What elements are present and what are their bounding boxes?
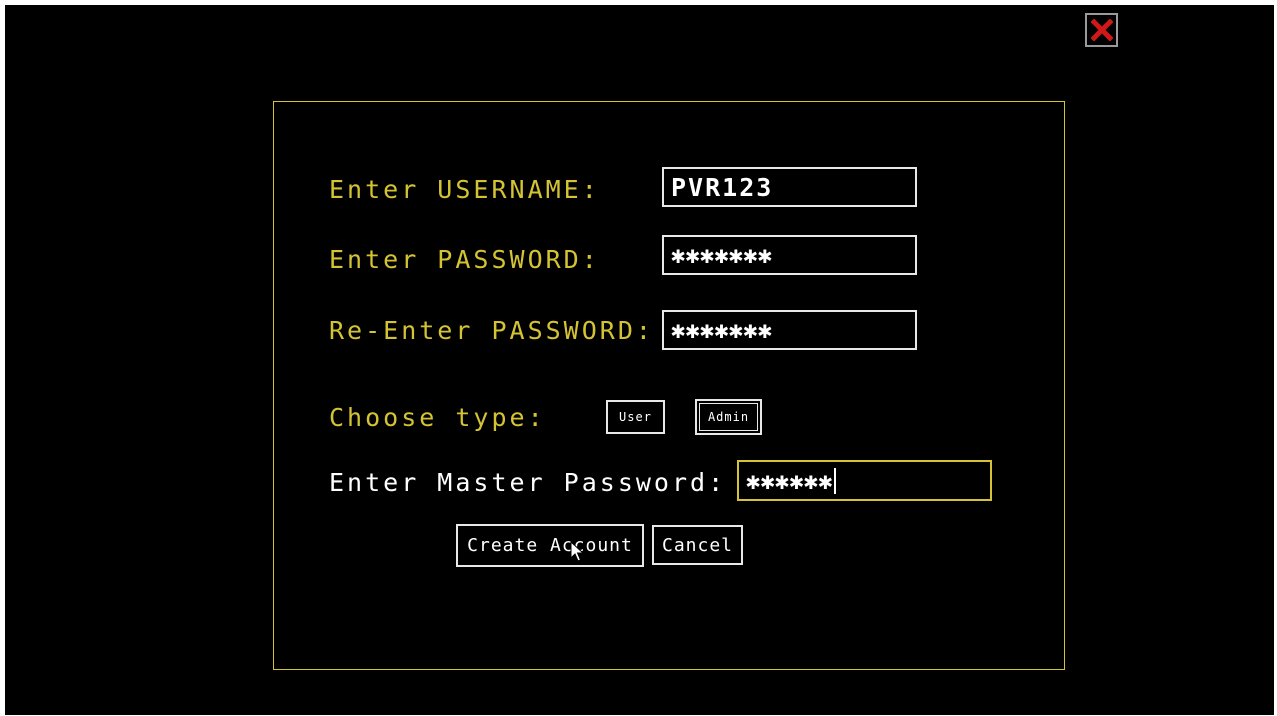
password-label: Enter PASSWORD: (329, 245, 600, 274)
create-account-button[interactable]: Create Account (456, 524, 644, 567)
username-value: PVR123 (671, 172, 774, 202)
master-password-field[interactable]: ✱✱✱✱✱✱ (737, 460, 992, 501)
type-user-label: User (619, 410, 652, 424)
reenter-password-label: Re-Enter PASSWORD: (329, 316, 654, 345)
master-password-mask: ✱✱✱✱✱✱ (746, 466, 833, 495)
close-button[interactable] (1085, 13, 1118, 47)
app-screen: Enter USERNAME: PVR123 Enter PASSWORD: ✱… (5, 5, 1274, 715)
cancel-button[interactable]: Cancel (652, 525, 743, 565)
type-admin-label: Admin (707, 410, 750, 424)
mouse-pointer-icon (570, 541, 585, 562)
close-icon (1090, 19, 1113, 41)
create-account-panel: Enter USERNAME: PVR123 Enter PASSWORD: ✱… (273, 101, 1065, 670)
username-label: Enter USERNAME: (329, 175, 600, 204)
type-admin-button[interactable]: Admin (695, 399, 762, 435)
password-field[interactable]: ✱✱✱✱✱✱✱ (662, 235, 917, 275)
type-user-button[interactable]: User (606, 400, 665, 434)
master-password-label: Enter Master Password: (329, 468, 727, 497)
type-admin-selected-frame: Admin (699, 403, 758, 431)
text-caret (833, 467, 836, 494)
username-field[interactable]: PVR123 (662, 167, 917, 207)
reenter-password-field[interactable]: ✱✱✱✱✱✱✱ (662, 310, 917, 350)
password-mask: ✱✱✱✱✱✱✱ (671, 241, 773, 269)
choose-type-label: Choose type: (329, 403, 546, 432)
reenter-password-mask: ✱✱✱✱✱✱✱ (671, 316, 773, 344)
